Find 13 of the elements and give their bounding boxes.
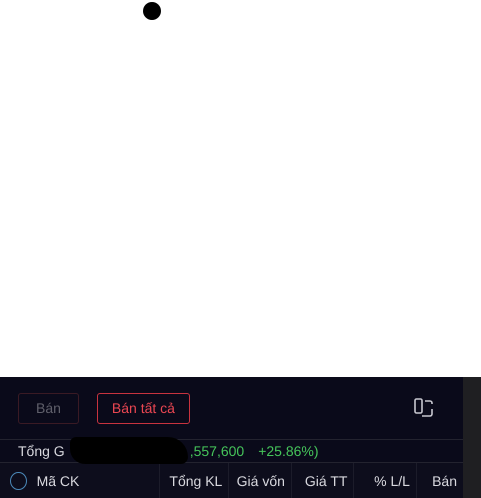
- column-header: Giá vốn: [229, 463, 292, 498]
- column-header: Tổng KL: [160, 463, 230, 498]
- total-label: Tổng G: [18, 443, 65, 459]
- total-value: ,557,600: [190, 443, 244, 459]
- select-all-checkbox[interactable]: [10, 472, 27, 490]
- column-header: % L/L: [354, 463, 417, 498]
- column-header: Bán: [431, 472, 458, 490]
- dot-icon: [143, 2, 161, 20]
- sell-all-button[interactable]: Bán tất cả: [96, 392, 190, 424]
- column-header: Mã CK: [36, 463, 160, 498]
- total-change: +25.86%): [258, 443, 319, 459]
- column-header: Giá TT: [292, 463, 354, 498]
- layout-toggle-icon[interactable]: [413, 397, 435, 419]
